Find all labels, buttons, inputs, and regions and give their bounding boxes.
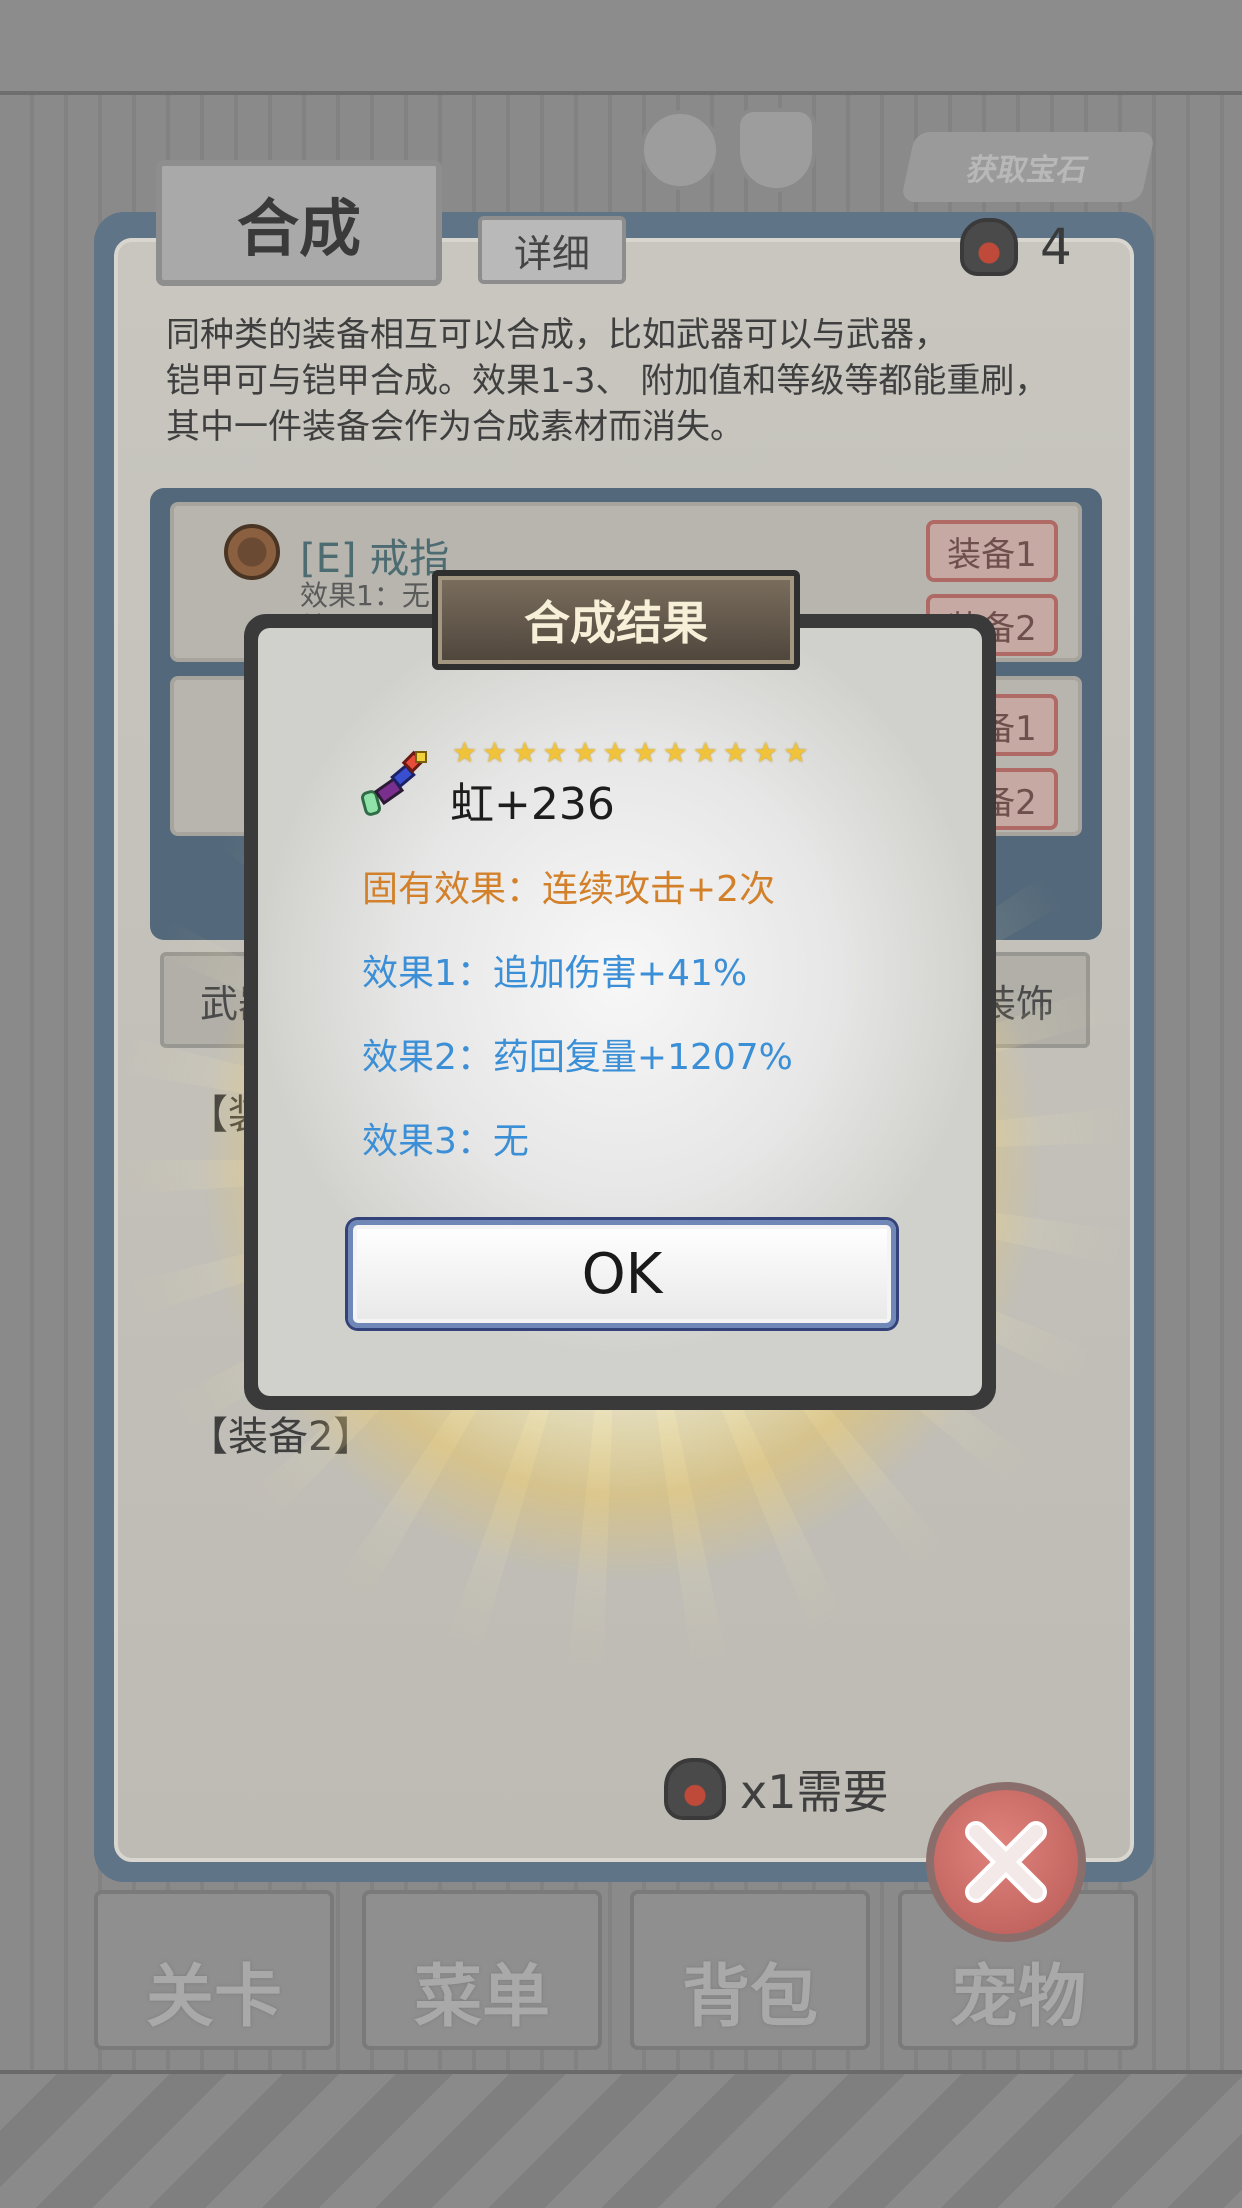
star-icon: ★ <box>753 736 779 769</box>
star-icon: ★ <box>482 736 508 769</box>
description-line: 铠甲可与铠甲合成。效果1-3、 附加值和等级等都能重刷， <box>166 361 1049 401</box>
synthesis-description: 同种类的装备相互可以合成，比如武器可以与武器， 铠甲可与铠甲合成。效果1-3、 … <box>166 312 1116 450</box>
rainbow-staff-icon <box>360 748 430 818</box>
equip2-slot-label: 【装备2】 <box>188 1414 374 1460</box>
forge-stone-count: 4 <box>1040 218 1072 276</box>
rarity-stars: ★ ★ ★ ★ ★ ★ ★ ★ ★ ★ ★ ★ <box>452 738 808 768</box>
obtain-gems-label: 获取宝石 <box>963 153 1091 188</box>
star-icon: ★ <box>632 736 658 769</box>
tab-synthesis-label: 合成 <box>236 192 361 265</box>
description-line: 同种类的装备相互可以合成，比如武器可以与武器， <box>166 315 948 355</box>
dialog-title: 合成结果 <box>432 570 800 670</box>
nav-stage-button[interactable]: 关卡 <box>94 1890 334 2050</box>
nav-bag-label: 背包 <box>681 1958 818 2037</box>
tab-detail[interactable]: 详细 <box>478 216 626 284</box>
star-icon: ★ <box>602 736 628 769</box>
set-equip1-button[interactable]: 装备1 <box>926 520 1058 582</box>
top-shield-icon <box>736 108 816 192</box>
ring-icon <box>224 524 280 580</box>
forge-stone-counter: 4 <box>960 215 1072 279</box>
nav-bag-button[interactable]: 背包 <box>630 1890 870 2050</box>
nav-pet-label: 宠物 <box>949 1958 1086 2037</box>
star-icon: ★ <box>572 736 598 769</box>
effect-3: 效果3：无 <box>362 1121 529 1162</box>
result-item-name: 虹+236 <box>450 779 615 830</box>
tab-detail-label: 详细 <box>513 231 590 276</box>
floor-tiles <box>0 2070 1242 2208</box>
top-bar <box>0 0 1242 95</box>
nav-menu-label: 菜单 <box>413 1958 550 2037</box>
set-equip1-label: 装备1 <box>947 534 1037 575</box>
ok-button[interactable]: OK <box>348 1220 896 1328</box>
forge-stone-icon <box>960 218 1018 276</box>
nav-stage-label: 关卡 <box>145 1958 282 2037</box>
star-icon: ★ <box>692 736 718 769</box>
nav-menu-button[interactable]: 菜单 <box>362 1890 602 2050</box>
star-icon: ★ <box>662 736 688 769</box>
star-icon: ★ <box>722 736 749 769</box>
star-icon: ★ <box>452 736 478 769</box>
inherent-effect: 固有效果：连续攻击+2次 <box>362 869 776 910</box>
ok-button-label: OK <box>581 1241 663 1307</box>
close-icon <box>965 1821 1047 1903</box>
star-icon: ★ <box>512 736 538 769</box>
top-gem-icon <box>640 110 720 190</box>
close-button[interactable] <box>926 1782 1086 1942</box>
effect-1: 效果1：追加伤害+41% <box>362 953 748 994</box>
star-icon: ★ <box>542 736 568 769</box>
cost-text: x1需要 <box>740 1765 889 1819</box>
effect-2: 效果2：药回复量+1207% <box>362 1037 793 1078</box>
obtain-gems-button[interactable]: 获取宝石 <box>900 132 1156 202</box>
star-icon: ★ <box>783 736 809 769</box>
tab-synthesis[interactable]: 合成 <box>156 160 442 286</box>
description-line: 其中一件装备会作为合成素材而消失。 <box>166 407 744 447</box>
dialog-title-text: 合成结果 <box>524 596 708 650</box>
forge-stone-icon <box>664 1758 726 1820</box>
cost-indicator: x1需要 <box>664 1756 889 1822</box>
